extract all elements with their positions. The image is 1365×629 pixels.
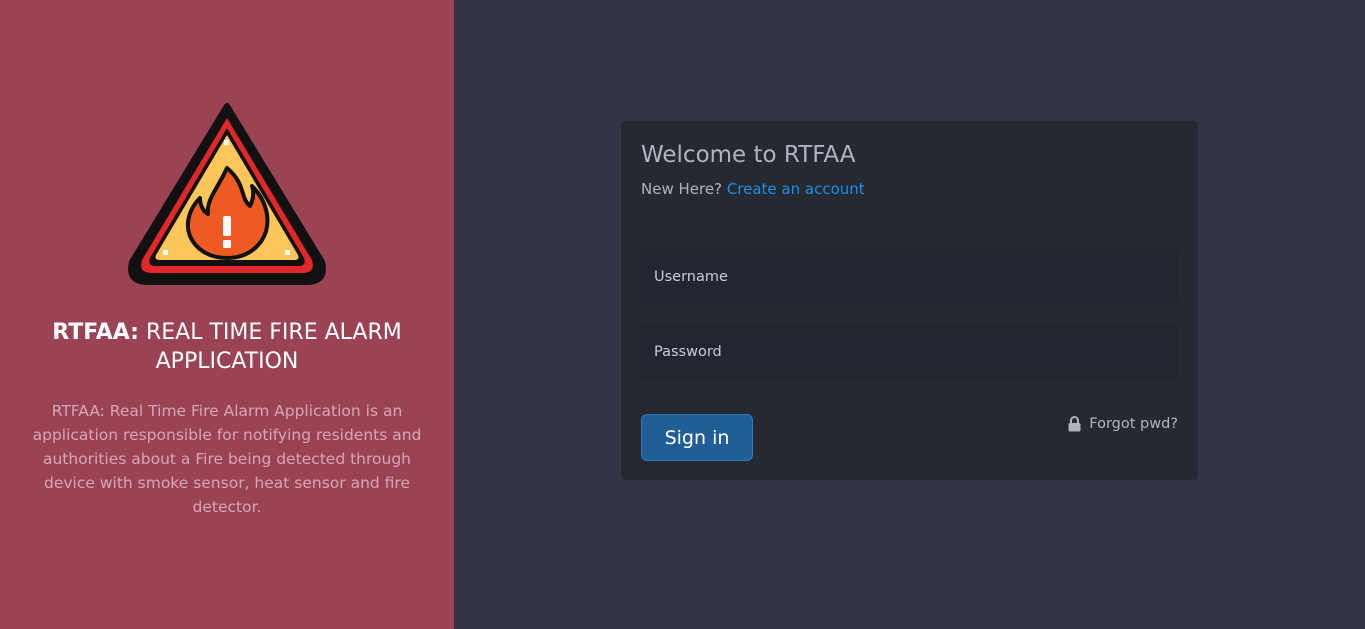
login-page: RTFAA: REAL TIME FIRE ALARM APPLICATION … bbox=[0, 0, 1365, 629]
forgot-password-label: Forgot pwd? bbox=[1089, 416, 1178, 432]
new-here-text: New Here? bbox=[641, 180, 723, 198]
password-input[interactable] bbox=[641, 324, 1178, 380]
welcome-heading: Welcome to RTFAA bbox=[641, 142, 856, 168]
brand-title-rest: REAL TIME FIRE ALARM APPLICATION bbox=[145, 320, 402, 374]
lock-icon bbox=[1068, 416, 1081, 432]
brand-description: RTFAA: Real Time Fire Alarm Application … bbox=[32, 402, 422, 516]
username-input[interactable] bbox=[641, 249, 1178, 305]
fire-warning-icon bbox=[128, 103, 326, 285]
brand-title-bold: RTFAA: bbox=[52, 320, 139, 345]
brand-panel: RTFAA: REAL TIME FIRE ALARM APPLICATION … bbox=[0, 0, 454, 629]
create-account-link[interactable]: Create an account bbox=[727, 180, 865, 198]
brand-title: RTFAA: REAL TIME FIRE ALARM APPLICATION bbox=[20, 318, 434, 376]
forgot-password-link[interactable]: Forgot pwd? bbox=[1068, 414, 1178, 434]
sign-in-button[interactable]: Sign in bbox=[641, 414, 753, 461]
signup-prompt: New Here? Create an account bbox=[641, 178, 865, 200]
login-panel: Welcome to RTFAA New Here? Create an acc… bbox=[454, 0, 1365, 629]
login-card: Welcome to RTFAA New Here? Create an acc… bbox=[621, 121, 1198, 480]
